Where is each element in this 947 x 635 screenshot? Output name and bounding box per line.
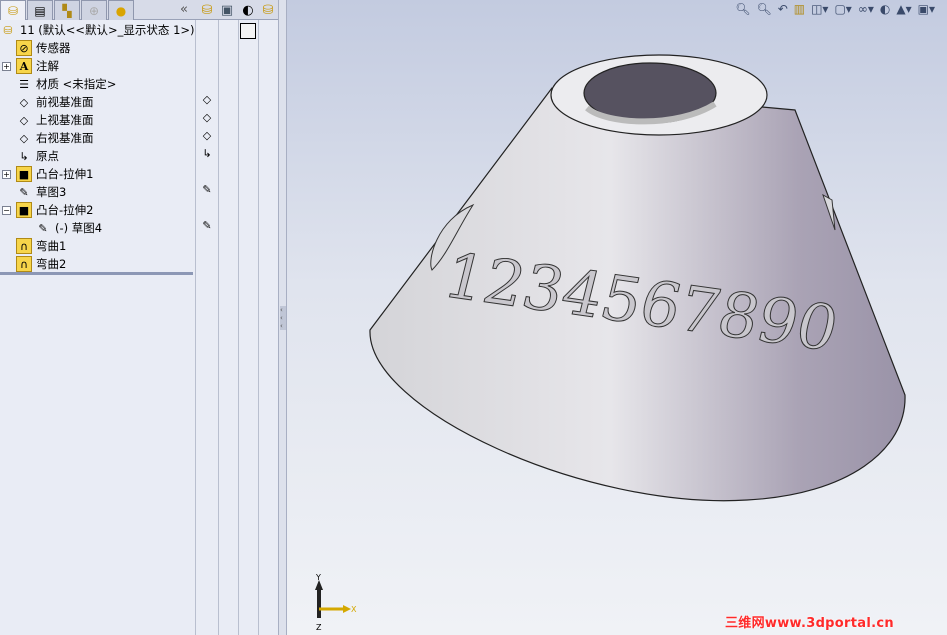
sketch-icon: ✎	[19, 185, 29, 199]
panel-divider[interactable]	[0, 272, 193, 275]
splitter-grip-icon[interactable]: ‹ ‹ ‹	[280, 306, 286, 330]
tree-item-label: 注解	[36, 59, 59, 73]
collapse-panel-button[interactable]: «	[180, 2, 188, 17]
tree-root[interactable]: ⛁ 11 (默认<<默认>_显示状态 1>)	[0, 21, 195, 39]
tree-item-label: 右视基准面	[36, 131, 94, 145]
feature-tree: ⛁ 11 (默认<<默认>_显示状态 1>) ⊘ 传感器 + A 注解 ☰ 材质 <未指…	[0, 20, 195, 273]
tree-item-flex2[interactable]: ∩ 弯曲2	[16, 255, 66, 273]
tab-featuremanager[interactable]: ⛁	[0, 0, 26, 20]
config-icon: ▚	[62, 3, 72, 18]
tree-item-material[interactable]: ☰ 材质 <未指定>	[16, 75, 116, 93]
appearance-column-icon[interactable]: ◐	[239, 1, 257, 19]
tab-configurationmanager[interactable]: ▚	[54, 0, 80, 20]
sketch-icon[interactable]: ✎	[199, 183, 215, 199]
tree-item-label: 弯曲2	[36, 257, 67, 271]
tree-item-top-plane[interactable]: ◇ 上视基准面	[16, 111, 94, 129]
sketch-icon: ✎	[38, 221, 48, 235]
origin-icon: ↳	[19, 149, 29, 163]
appearance-icon: ●	[115, 3, 127, 18]
sketch-icon[interactable]: ✎	[199, 219, 215, 235]
tree-item-label: 草图3	[36, 185, 67, 199]
visibility-column: ◇ ◇ ◇ ↳ ✎ ✎	[195, 20, 212, 635]
tab-display-manager[interactable]: ●	[108, 0, 134, 20]
watermark: 三维网www.3dportal.cn	[725, 616, 894, 631]
extrude-icon: ■	[16, 202, 32, 218]
tree-item-label: (-) 草图4	[55, 221, 103, 235]
tree-item-label: 凸台-拉伸1	[36, 167, 94, 181]
triad-z-label: Z	[316, 623, 322, 632]
tab-dimxpert[interactable]: ⊕	[81, 0, 107, 20]
target-icon: ⊕	[88, 3, 100, 18]
tree-root-label: 11 (默认<<默认>_显示状态 1>)	[20, 23, 195, 37]
tree-item-front-plane[interactable]: ◇ 前视基准面	[16, 93, 94, 111]
plane-icon: ◇	[19, 131, 29, 145]
tree-item-label: 前视基准面	[36, 95, 94, 109]
expand-toggle[interactable]: +	[2, 170, 11, 179]
tree-item-boss-extrude1[interactable]: ■ 凸台-拉伸1	[16, 165, 93, 183]
flex-icon: ∩	[16, 238, 32, 254]
appearance-column	[238, 20, 256, 635]
tree-item-origin[interactable]: ↳ 原点	[16, 147, 59, 165]
plane-icon[interactable]: ◇	[199, 111, 215, 127]
triad-x-label: X	[351, 605, 357, 614]
tree-item-label: 凸台-拉伸2	[36, 203, 94, 217]
model-view: 1234567890 Y X Z	[315, 54, 906, 632]
tree-item-label: 弯曲1	[36, 239, 67, 253]
appearance-swatch-icon[interactable]	[240, 23, 256, 39]
property-icon: ▤	[34, 3, 46, 18]
tree-item-flex1[interactable]: ∩ 弯曲1	[16, 237, 66, 255]
origin-icon[interactable]: ↳	[199, 147, 215, 163]
triad-y-label: Y	[315, 573, 321, 582]
graphics-area[interactable]: 🔍︎ 🔍︎ ↶ ▥ ◫▾ ▢▾ ∞▾ ◐ ▲▾ ▣▾ 1234567890 Y …	[287, 0, 947, 635]
material-icon: ☰	[19, 77, 29, 91]
feature-tree-icon: ⛁	[7, 3, 19, 18]
tree-item-annotations[interactable]: A 注解	[16, 57, 59, 75]
extrude-icon: ■	[16, 166, 32, 182]
plane-icon[interactable]: ◇	[199, 93, 215, 109]
tree-item-sketch4[interactable]: ✎ (-) 草图4	[35, 219, 102, 237]
feature-manager-panel: ⛁ ▤ ▚ ⊕ ● « ⛁ ▣ ◐ ⛁ ⛁ 11 (默认<<默认>_显示状态 1>…	[0, 0, 278, 635]
tree-item-label: 传感器	[36, 41, 71, 55]
annotation-folder-icon: A	[16, 58, 32, 74]
tree-item-label: 原点	[36, 149, 59, 163]
collapse-toggle[interactable]: −	[2, 206, 11, 215]
panel-tabs: ⛁ ▤ ▚ ⊕ ● « ⛁ ▣ ◐ ⛁	[0, 0, 278, 20]
config-column	[258, 20, 259, 635]
display-state-icon[interactable]: ▣	[218, 1, 236, 19]
flex-icon: ∩	[16, 256, 32, 272]
panel-splitter[interactable]: ‹ ‹ ‹	[278, 0, 287, 635]
tree-item-sketch3[interactable]: ✎ 草图3	[16, 183, 66, 201]
plane-icon: ◇	[19, 95, 29, 109]
tree-item-boss-extrude2[interactable]: ■ 凸台-拉伸2	[16, 201, 93, 219]
tree-item-label: 材质 <未指定>	[36, 77, 117, 91]
tree-item-label: 上视基准面	[36, 113, 94, 127]
part-icon: ⛁	[3, 23, 13, 37]
coordinate-triad: Y X Z	[315, 573, 357, 632]
tab-propertymanager[interactable]: ▤	[27, 0, 53, 20]
plane-icon[interactable]: ◇	[199, 129, 215, 145]
display-column	[218, 20, 219, 635]
expand-toggle[interactable]: +	[2, 62, 11, 71]
plane-icon: ◇	[19, 113, 29, 127]
hide-show-tree-icon[interactable]: ⛁	[198, 1, 216, 19]
sensor-folder-icon: ⊘	[16, 40, 32, 56]
tree-item-sensors[interactable]: ⊘ 传感器	[16, 39, 71, 57]
tree-item-right-plane[interactable]: ◇ 右视基准面	[16, 129, 94, 147]
config-column-icon[interactable]: ⛁	[259, 1, 277, 19]
cone-part[interactable]: 1234567890	[369, 54, 906, 502]
